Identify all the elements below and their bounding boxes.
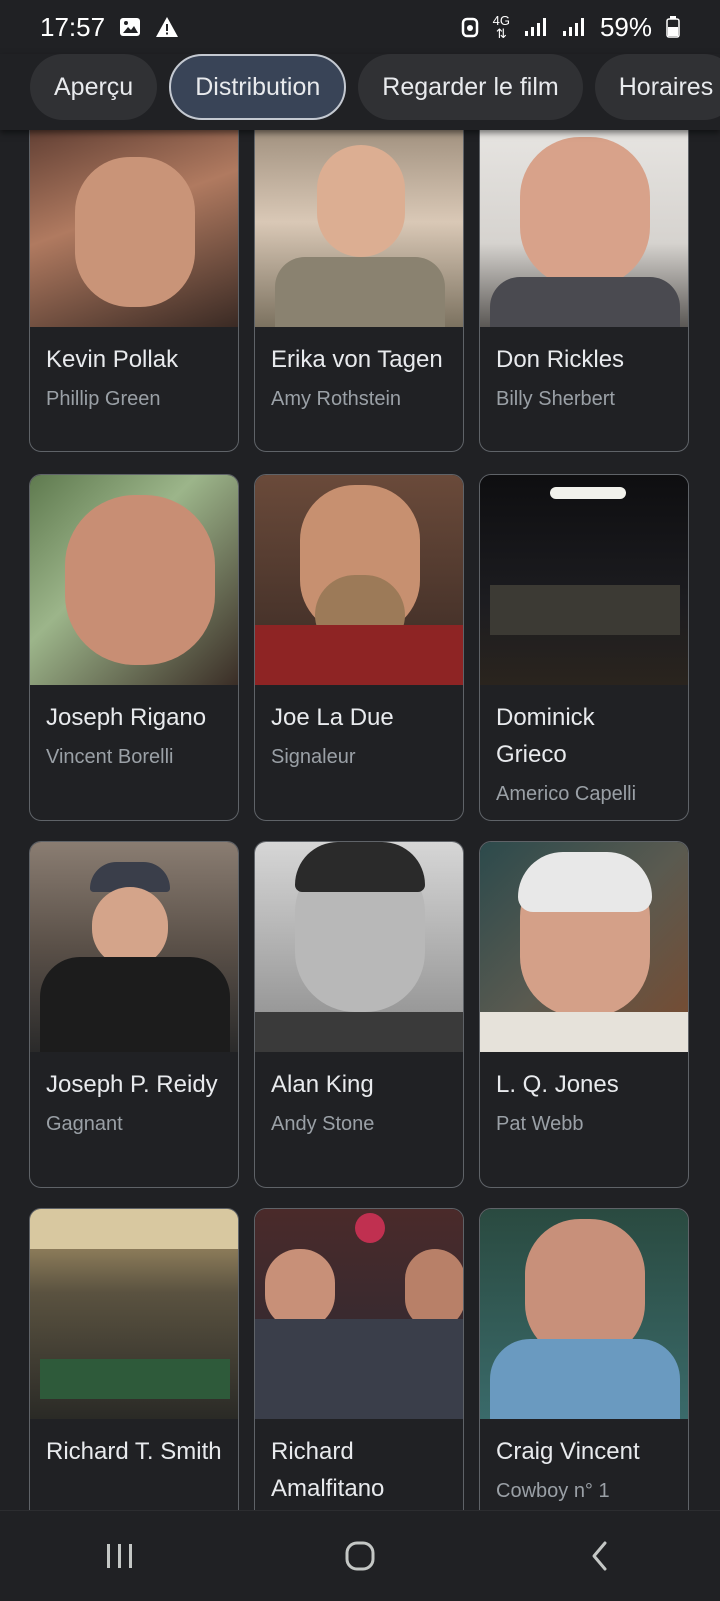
tab-showtimes[interactable]: Horaires bbox=[594, 54, 720, 120]
actor-photo bbox=[30, 475, 238, 685]
cast-card[interactable]: Alan King Andy Stone bbox=[254, 841, 464, 1188]
actor-photo bbox=[255, 842, 463, 1052]
recent-apps-icon bbox=[107, 1544, 132, 1568]
network-type: 4G ⇅ bbox=[493, 14, 510, 40]
gallery-icon bbox=[120, 18, 141, 36]
character-name: Billy Sherbert bbox=[496, 388, 615, 410]
warning-icon bbox=[156, 17, 179, 37]
actor-name: Alan King bbox=[271, 1071, 374, 1098]
actor-name: L. Q. Jones bbox=[496, 1071, 619, 1098]
back-icon bbox=[592, 1541, 607, 1571]
actor-photo bbox=[255, 1209, 463, 1419]
cast-card[interactable]: Joseph P. Reidy Gagnant bbox=[29, 841, 239, 1188]
signal-icon bbox=[524, 18, 546, 36]
actor-name: Craig Vincent bbox=[496, 1438, 640, 1465]
actor-name: Dominick Grieco bbox=[496, 704, 595, 768]
actor-photo bbox=[480, 842, 688, 1052]
cast-grid: Kevin Pollak Phillip Green Erika von Tag… bbox=[29, 130, 693, 1510]
actor-photo bbox=[480, 1209, 688, 1419]
status-right: 4G ⇅ 59% bbox=[461, 12, 680, 43]
cast-card[interactable]: Joe La Due Signaleur bbox=[254, 474, 464, 821]
tab-cast[interactable]: Distribution bbox=[169, 54, 347, 120]
actor-name: Richard T. Smith bbox=[46, 1438, 222, 1465]
home-button[interactable] bbox=[320, 1526, 400, 1586]
tab-bar: Aperçu Distribution Regarder le film Hor… bbox=[0, 54, 720, 130]
character-name: Cowboy n° 1 bbox=[496, 1480, 610, 1502]
tab-row: Aperçu Distribution Regarder le film Hor… bbox=[0, 54, 720, 120]
battery-icon bbox=[666, 16, 680, 38]
actor-name: Don Rickles bbox=[496, 346, 625, 373]
cast-card[interactable]: Dominick Grieco Americo Capelli bbox=[479, 474, 689, 821]
actor-photo bbox=[480, 475, 688, 685]
actor-photo bbox=[30, 130, 238, 327]
tab-watch-movie[interactable]: Regarder le film bbox=[358, 54, 583, 120]
character-name: Vincent Borelli bbox=[46, 746, 174, 768]
cast-card[interactable]: Richard Amalfitano bbox=[254, 1208, 464, 1510]
character-name: Pat Webb bbox=[496, 1113, 584, 1135]
cast-card[interactable]: Craig Vincent Cowboy n° 1 bbox=[479, 1208, 689, 1510]
cast-card[interactable]: Richard T. Smith bbox=[29, 1208, 239, 1510]
back-button[interactable] bbox=[560, 1526, 640, 1586]
actor-name: Joe La Due bbox=[271, 704, 394, 731]
tab-overview[interactable]: Aperçu bbox=[30, 54, 158, 120]
signal-icon-2 bbox=[562, 18, 584, 36]
actor-name: Kevin Pollak bbox=[46, 346, 179, 373]
data-saver-icon bbox=[461, 17, 478, 38]
home-icon bbox=[345, 1541, 375, 1571]
actor-photo bbox=[30, 1209, 238, 1419]
actor-photo bbox=[255, 130, 463, 327]
character-name: Signaleur bbox=[271, 746, 356, 768]
status-left: 17:57 bbox=[40, 12, 179, 43]
recent-apps-button[interactable] bbox=[80, 1526, 160, 1586]
clock: 17:57 bbox=[40, 11, 106, 42]
status-bar: 17:57 4G ⇅ 59% bbox=[0, 0, 720, 54]
actor-name: Joseph Rigano bbox=[46, 704, 207, 731]
character-name: Americo Capelli bbox=[496, 783, 637, 805]
cast-card[interactable]: Erika von Tagen Amy Rothstein bbox=[254, 130, 464, 452]
character-name: Gagnant bbox=[46, 1113, 123, 1135]
cast-card[interactable]: Don Rickles Billy Sherbert bbox=[479, 130, 689, 452]
navigation-bar bbox=[0, 1510, 720, 1601]
cast-card[interactable]: Joseph Rigano Vincent Borelli bbox=[29, 474, 239, 821]
actor-name: Joseph P. Reidy bbox=[46, 1071, 218, 1098]
actor-photo bbox=[30, 842, 238, 1052]
actor-photo bbox=[480, 130, 688, 327]
actor-photo bbox=[255, 475, 463, 685]
battery-percent: 59% bbox=[599, 11, 652, 42]
character-name: Andy Stone bbox=[271, 1113, 375, 1135]
character-name: Amy Rothstein bbox=[271, 388, 402, 410]
cast-card[interactable]: Kevin Pollak Phillip Green bbox=[29, 130, 239, 452]
actor-name: Erika von Tagen bbox=[271, 346, 443, 373]
cast-card[interactable]: L. Q. Jones Pat Webb bbox=[479, 841, 689, 1188]
data-arrows-icon: ⇅ bbox=[495, 26, 507, 41]
actor-name: Richard Amalfitano bbox=[271, 1438, 385, 1502]
character-name: Phillip Green bbox=[46, 388, 161, 410]
